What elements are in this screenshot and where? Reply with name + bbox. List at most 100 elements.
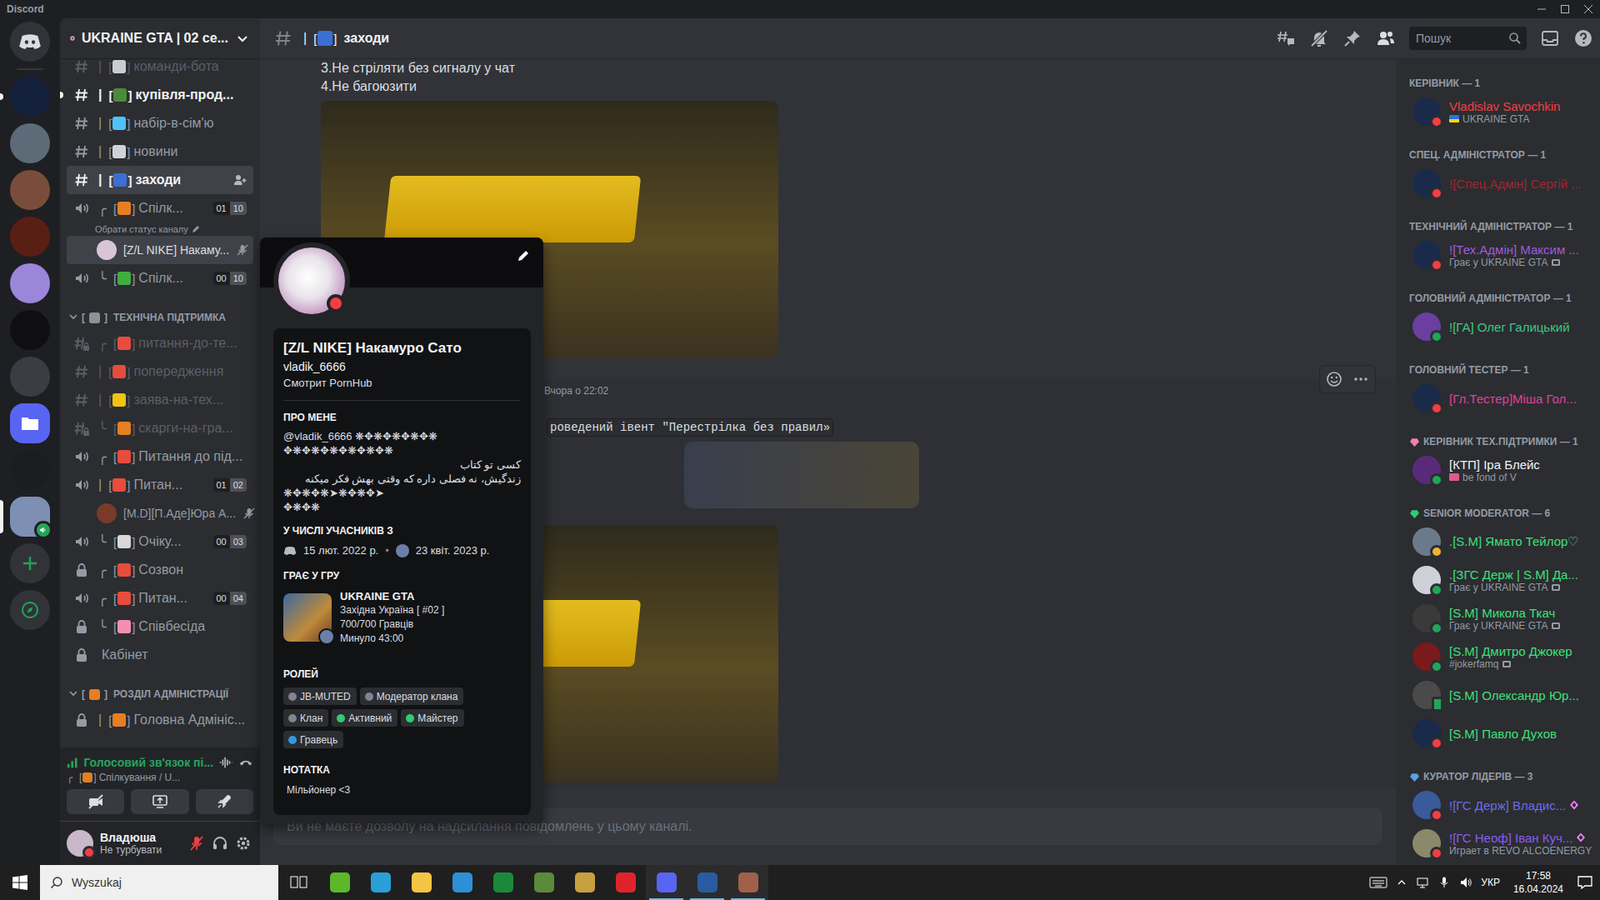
member-item[interactable]: ![Тех.Адмін] Максим ... Грає у UKRAINE G… — [1402, 235, 1600, 275]
channel-item[interactable]: | [] набір-в-сім'ю — [66, 109, 254, 138]
network-icon[interactable] — [1415, 875, 1430, 890]
role-tag[interactable]: Модератор клана — [360, 687, 465, 705]
taskbar-app[interactable] — [523, 865, 565, 900]
clock[interactable]: 17:58 16.04.2024 — [1508, 869, 1569, 896]
server-item[interactable] — [0, 496, 60, 537]
channel-item[interactable]: | [] купівля-прод... — [66, 80, 254, 110]
channel-item[interactable]: ╰ [] Очіку... 0003 — [66, 527, 254, 556]
member-item[interactable]: [КТП] Іра Блейс be fond of V — [1402, 450, 1600, 490]
server-item[interactable] — [0, 356, 60, 397]
note-field[interactable]: Мільйонер <3 — [283, 781, 521, 799]
home-button[interactable] — [0, 21, 60, 62]
channel-item[interactable]: ╰ [] скарги-на-гра... — [66, 414, 254, 443]
channel-item[interactable]: ╭ [] Спілк... 0110 — [66, 194, 254, 223]
server-icon[interactable] — [10, 356, 50, 397]
member-item[interactable]: [S.M] Павло Духов — [1402, 714, 1600, 753]
taskbar-app[interactable] — [319, 865, 360, 900]
edit-profile-button[interactable] — [511, 244, 535, 268]
server-icon[interactable] — [10, 496, 50, 537]
channel-item[interactable]: ╭ [] Питан... 0004 — [66, 584, 254, 613]
role-tag[interactable]: Клан — [283, 709, 329, 727]
volume-icon[interactable] — [1459, 875, 1473, 890]
start-button[interactable] — [0, 865, 40, 900]
pin-icon[interactable] — [1342, 28, 1363, 49]
server-item[interactable] — [0, 123, 60, 164]
headphones-icon[interactable] — [211, 835, 229, 852]
close-icon[interactable] — [1576, 0, 1600, 19]
member-item[interactable]: [S.M] Дмитро Джокер #jokerfamq — [1402, 637, 1600, 676]
activity-button[interactable] — [195, 789, 254, 815]
server-icon[interactable] — [10, 450, 50, 490]
channel-item[interactable]: | [] Питан... 0102 — [66, 470, 254, 500]
member-item[interactable]: .[S.M] Ямато Тейлор♡ — [1402, 522, 1600, 561]
member-item[interactable]: ![ГС Держ] Владис... — [1402, 785, 1600, 825]
microphone-icon[interactable] — [188, 835, 205, 852]
server-item[interactable] — [0, 216, 60, 257]
member-item[interactable]: [Гл.Тестер]Міша Гол... — [1402, 379, 1600, 418]
notifications-icon[interactable] — [1576, 874, 1594, 891]
explore-button[interactable] — [0, 590, 60, 630]
role-tag[interactable]: JB-MUTED — [283, 687, 357, 705]
channel-item[interactable]: | [] попередження — [66, 357, 254, 386]
minimize-icon[interactable] — [1530, 0, 1554, 19]
taskbar-app[interactable] — [564, 865, 605, 900]
user-avatar[interactable] — [66, 830, 94, 857]
taskbar-app[interactable] — [605, 865, 646, 900]
invite-icon[interactable] — [233, 173, 247, 187]
channel-item[interactable]: | [] заходи — [66, 165, 254, 195]
input-language[interactable]: УКР — [1480, 876, 1500, 889]
server-folder[interactable] — [10, 403, 50, 444]
keyboard-icon[interactable] — [1369, 875, 1388, 890]
taskbar-app[interactable] — [686, 865, 728, 900]
more-button[interactable] — [1347, 365, 1375, 393]
channel-item[interactable]: ╭ [] питання-до-те... — [66, 329, 254, 358]
member-item[interactable]: ![ГС Неоф] Іван Куч... Играет в REVO ALC… — [1402, 824, 1600, 863]
channel-item[interactable]: ╭ [] Питання до під... — [66, 442, 254, 471]
server-item[interactable] — [0, 170, 60, 210]
taskbar-app[interactable] — [441, 865, 483, 900]
search-field[interactable]: Пошук — [1409, 26, 1527, 50]
server-item[interactable] — [0, 450, 60, 490]
channel-item[interactable]: | [] команди-бота — [66, 58, 254, 81]
voice-status[interactable]: Голосовий зв'язок пі... — [83, 755, 214, 770]
maximize-icon[interactable] — [1553, 0, 1577, 19]
member-item[interactable]: ![ГА] Олег Галицький — [1402, 307, 1600, 346]
server-item[interactable] — [0, 403, 60, 444]
member-item[interactable]: [S.M] Микола Ткач Грає у UKRAINE GTA — [1402, 599, 1600, 638]
profile-avatar[interactable] — [273, 242, 350, 320]
channel-item[interactable]: ╭ [] Созвон — [66, 555, 254, 585]
channel-item[interactable]: | [] Головна Адмініс... — [66, 705, 254, 735]
role-tag[interactable]: Гравець — [283, 730, 344, 749]
server-item[interactable] — [0, 310, 60, 350]
channel-status[interactable]: Обрати статус каналу — [66, 222, 254, 236]
member-item[interactable]: .[ЗГС Держ | S.M] Да... Грає у UKRAINE G… — [1402, 560, 1600, 600]
help-icon[interactable] — [1573, 28, 1594, 49]
role-tag[interactable]: Активний — [331, 709, 398, 727]
member-list-icon[interactable] — [1375, 28, 1396, 49]
microphone-tray-icon[interactable] — [1437, 875, 1451, 890]
settings-gear-icon[interactable] — [235, 835, 252, 852]
member-item[interactable]: [S.M] Олександр Юр... — [1402, 675, 1600, 715]
taskbar-app[interactable] — [645, 865, 687, 900]
threads-icon[interactable] — [1275, 28, 1296, 49]
server-icon[interactable] — [10, 310, 50, 350]
voice-channel-path[interactable]: ╭[]Спілкування / U... — [66, 770, 254, 785]
noise-suppression-icon[interactable] — [218, 754, 234, 771]
server-icon[interactable] — [10, 123, 50, 164]
channel-category[interactable]: [] РОЗДІЛ АДМІНІСТРАЦІЇ — [66, 669, 254, 706]
channel-category[interactable]: [] ТЕХНІЧНА ПІДТРИМКА — [66, 292, 254, 330]
server-item[interactable] — [0, 263, 60, 304]
channel-item[interactable]: ╰ [] Спілк... 0010 — [66, 264, 254, 293]
channel-item[interactable]: | [] новини — [66, 137, 254, 166]
voice-member[interactable]: [M.D][П.Аде]Юра А... — [66, 499, 254, 528]
screen-share-button[interactable] — [130, 789, 189, 815]
voice-member[interactable]: [Z/L NIKE] Накаму... — [66, 235, 254, 265]
taskbar-app[interactable] — [360, 865, 401, 900]
channel-item[interactable]: ╰ [] Співбесіда — [66, 612, 254, 641]
role-tag[interactable]: Майстер — [400, 709, 464, 727]
server-icon[interactable] — [10, 76, 50, 117]
member-item[interactable]: ![Спец.Адмін] Сергій ... — [1402, 164, 1600, 203]
server-icon[interactable] — [10, 263, 50, 304]
notifications-muted-icon[interactable] — [1309, 28, 1330, 49]
add-server-button[interactable] — [0, 543, 60, 584]
